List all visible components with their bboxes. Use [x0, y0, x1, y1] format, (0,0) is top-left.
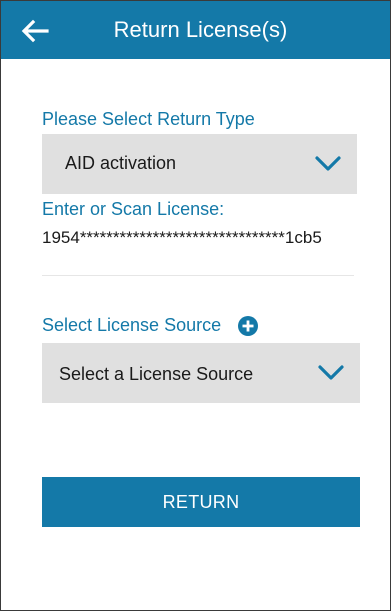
- license-input-underline: [42, 275, 354, 276]
- page-title: Return License(s): [113, 17, 288, 42]
- license-source-dropdown[interactable]: Select a License Source: [42, 343, 360, 403]
- chevron-down-icon: [315, 156, 341, 171]
- license-label: Enter or Scan License:: [42, 199, 225, 219]
- app-screen: Return License(s) Please Select Return T…: [0, 0, 391, 611]
- return-type-dropdown[interactable]: AID activation: [42, 134, 357, 194]
- app-bar: Return License(s): [1, 1, 390, 59]
- license-source-selected: Select a License Source: [59, 364, 254, 384]
- return-button[interactable]: RETURN: [42, 477, 360, 527]
- license-input[interactable]: 1954*******************************1cb5: [42, 227, 354, 249]
- back-button[interactable]: [15, 11, 55, 51]
- chevron-down-icon: [318, 365, 344, 380]
- arrow-back-icon: [21, 19, 49, 43]
- return-type-label: Please Select Return Type: [42, 109, 255, 129]
- plus-circle-icon[interactable]: [237, 315, 259, 337]
- license-source-label: Select License Source: [42, 315, 222, 335]
- return-type-selected: AID activation: [65, 153, 177, 173]
